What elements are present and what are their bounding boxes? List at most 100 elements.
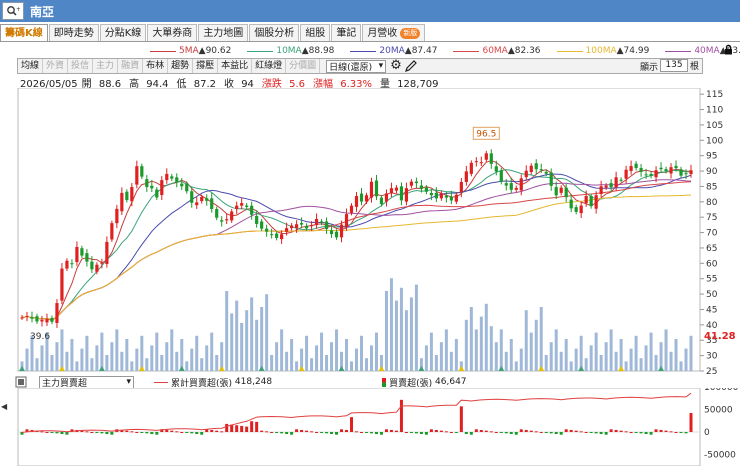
candle-body <box>50 317 54 322</box>
daily-bar <box>85 431 89 433</box>
daily-bar <box>494 432 498 433</box>
tab-chip-kline[interactable]: 籌碼K線 <box>0 24 48 41</box>
candle-body <box>514 187 518 190</box>
tab-notes[interactable]: 筆記 <box>331 24 362 41</box>
price-tick-label: 60 <box>706 259 718 269</box>
tab-main-force-map[interactable]: 主力地圖 <box>198 24 249 41</box>
candle-body <box>294 224 299 228</box>
daily-bar <box>90 432 94 433</box>
candle-body <box>389 188 394 194</box>
volume-bar <box>479 316 483 371</box>
daily-bar <box>469 432 473 435</box>
daily-bar <box>225 423 229 432</box>
volume-bar <box>275 342 279 371</box>
daily-bar <box>599 432 603 435</box>
candle-body <box>270 234 274 236</box>
candle-body <box>499 170 503 182</box>
candle-body <box>165 173 169 181</box>
ma-label: 20MA <box>379 46 405 56</box>
toolbar-item[interactable]: 外資 <box>43 59 69 73</box>
daily-bar <box>175 431 179 433</box>
daily-bar <box>210 429 214 432</box>
pencil-icon[interactable] <box>404 59 418 73</box>
tab-group[interactable]: 組股 <box>300 24 331 41</box>
tab-branch-kline[interactable]: 分點K線 <box>99 24 147 41</box>
daily-bar <box>454 432 458 433</box>
volume-bar <box>320 332 324 371</box>
tab-monthly-revenue[interactable]: 月營收 新版 <box>362 24 426 41</box>
daily-bar <box>275 432 279 433</box>
indicator-legend: 累計買賣超(張) 418,248 買賣超(張) 46,647 <box>154 376 467 389</box>
search-button[interactable]: + <box>2 2 24 20</box>
candle-body <box>200 196 204 202</box>
candle-body <box>290 225 294 229</box>
toolbar-item[interactable]: 分價圖 <box>286 59 321 73</box>
toolbar-item[interactable]: 融資 <box>118 59 144 73</box>
candle-body <box>110 223 114 240</box>
period-select[interactable]: 日線(還原) ▾ <box>326 59 387 73</box>
volume-bar <box>454 339 458 371</box>
daily-bar <box>629 432 633 433</box>
candle-body <box>554 187 558 196</box>
volume-bar <box>409 297 413 371</box>
candle-body <box>434 192 438 199</box>
display-count-input[interactable]: 135 <box>660 59 688 72</box>
indicator-chart[interactable]: 100000 50000 0 -50000 <box>0 388 740 466</box>
collapse-left-icon[interactable]: ◀ <box>1 402 7 411</box>
candle-body <box>564 187 568 198</box>
toolbar-item[interactable]: 本益比 <box>218 59 253 73</box>
gear-icon[interactable]: ⚙ <box>390 59 402 72</box>
volume-bar <box>554 329 558 371</box>
tab-large-broker[interactable]: 大單券商 <box>147 24 198 41</box>
daily-bar <box>399 399 403 432</box>
daily-bar <box>195 432 199 435</box>
volume-bar <box>524 310 528 371</box>
candle-body <box>364 195 369 202</box>
kline-chart[interactable]: 1151101051009590858075706560555045403530… <box>0 88 740 374</box>
volume-bar <box>175 351 179 371</box>
daily-bar <box>285 432 289 435</box>
volume-bar <box>444 329 448 371</box>
daily-bar <box>150 432 154 435</box>
indicator-settings-icon[interactable] <box>15 376 27 388</box>
candle-body <box>80 248 84 256</box>
toolbar-item[interactable]: 布林 <box>143 59 169 73</box>
volume-bar <box>549 342 553 371</box>
tab-label: 即時走勢 <box>53 27 94 39</box>
daily-bar <box>290 432 294 435</box>
toolbar-item[interactable]: 投信 <box>68 59 94 73</box>
candle-body <box>384 193 389 202</box>
volume-bar <box>464 319 468 371</box>
volume-bar <box>265 294 269 371</box>
candle-body <box>140 166 144 177</box>
tab-stock-analysis[interactable]: 個股分析 <box>249 24 300 41</box>
volume-bar <box>684 348 688 371</box>
daily-bar <box>185 432 189 433</box>
daily-bar <box>474 429 478 432</box>
candle-body <box>255 215 259 224</box>
toolbar-item[interactable]: 紅綠燈 <box>252 59 287 73</box>
daily-bar <box>419 432 423 435</box>
indicator-select[interactable]: 主力買賣超 ▾ <box>39 375 134 389</box>
volume-bar <box>245 310 249 371</box>
toolbar-item[interactable]: 撐壓 <box>193 59 219 73</box>
volume-bar <box>285 351 289 371</box>
new-badge: 新版 <box>400 27 421 39</box>
candle-body <box>604 185 608 188</box>
price-tick-label: 65 <box>706 244 717 254</box>
toolbar-item[interactable]: 趨勢 <box>168 59 194 73</box>
lock-icon[interactable] <box>723 44 734 55</box>
volume-bar <box>25 348 29 371</box>
tab-realtime[interactable]: 即時走勢 <box>48 24 99 41</box>
price-tick-label: 115 <box>706 90 723 100</box>
toolbar-item[interactable]: 均線 <box>18 59 44 73</box>
daily-bar <box>145 432 149 434</box>
toolbar-item[interactable]: 主力 <box>93 59 119 73</box>
candle-body <box>85 253 89 262</box>
volume-bar <box>559 351 563 371</box>
ma-label: 10MA <box>276 46 302 56</box>
volume-bar <box>135 348 139 371</box>
candle-body <box>304 225 309 229</box>
daily-bar <box>569 429 573 432</box>
daily-bar <box>499 432 503 433</box>
